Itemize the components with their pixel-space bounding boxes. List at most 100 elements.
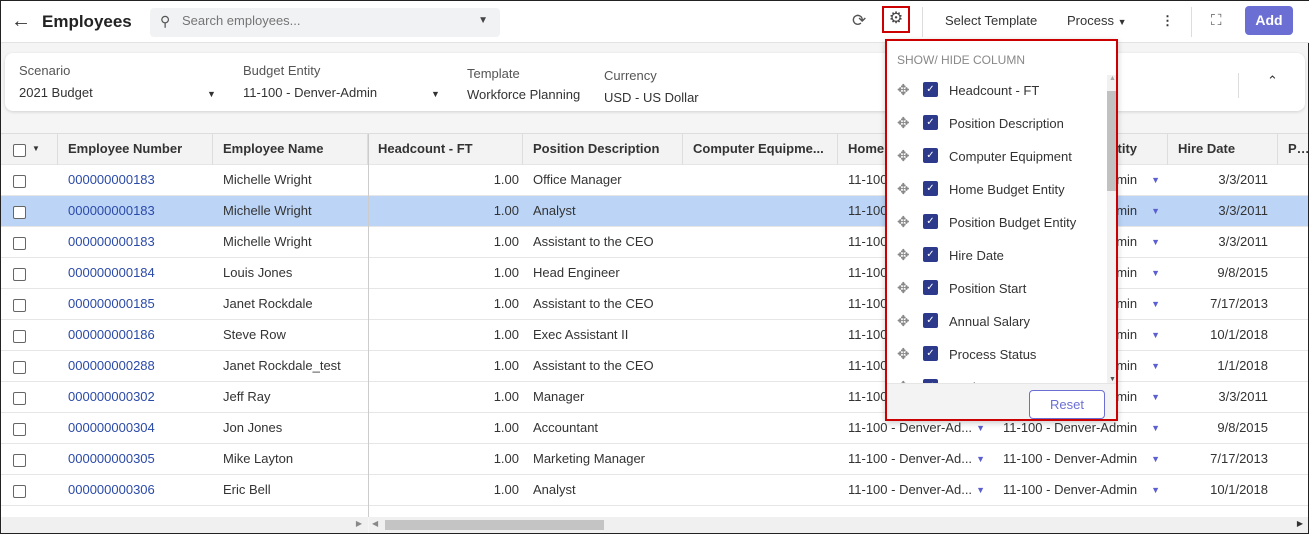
row-cell-checkbox[interactable]	[1, 227, 58, 258]
column-toggle-item[interactable]: ✥ ✓ Computer Equipment	[887, 141, 1107, 174]
column-toggle-item[interactable]: ✥ ✓ Hire Date	[887, 240, 1107, 273]
scrollbar-thumb[interactable]	[385, 520, 604, 530]
headcount-ft[interactable]: 1.00	[368, 227, 523, 258]
reset-button[interactable]: Reset	[1029, 390, 1105, 419]
headcount-ft[interactable]: 1.00	[368, 444, 523, 475]
checkbox-checked-icon[interactable]: ✓	[923, 280, 938, 295]
hire-date[interactable]: 7/17/2013	[1168, 444, 1278, 475]
dropdown-triangle-icon[interactable]: ▼	[1151, 165, 1160, 195]
row-cell-checkbox[interactable]	[1, 320, 58, 351]
employee-number-link[interactable]: 000000000184	[58, 258, 213, 289]
refresh-icon[interactable]: ⟳	[852, 1, 866, 43]
computer-equipment[interactable]	[683, 196, 838, 227]
employee-number-link[interactable]: 000000000183	[58, 227, 213, 258]
employee-number-link[interactable]: 000000000306	[58, 475, 213, 506]
col-computer-equipment[interactable]: Computer Equipme...	[683, 134, 838, 165]
computer-equipment[interactable]	[683, 320, 838, 351]
gear-icon[interactable]: ⚙	[882, 6, 910, 33]
computer-equipment[interactable]	[683, 227, 838, 258]
budget-entity-select[interactable]: 11-100 - Denver-Admin	[243, 85, 377, 100]
drag-handle-icon[interactable]: ✥	[897, 312, 910, 330]
checkbox-checked-icon[interactable]: ✓	[923, 115, 938, 130]
computer-equipment[interactable]	[683, 258, 838, 289]
hire-date[interactable]: 9/8/2015	[1168, 258, 1278, 289]
headcount-ft[interactable]: 1.00	[368, 320, 523, 351]
hire-date[interactable]: 1/1/2018	[1168, 351, 1278, 382]
row-cell-checkbox[interactable]	[1, 413, 58, 444]
drag-handle-icon[interactable]: ✥	[897, 345, 910, 363]
select-all-header[interactable]: ▼	[1, 134, 58, 165]
home-budget-entity[interactable]: 11-100 - Denver-Ad...▼	[838, 444, 993, 475]
position-description[interactable]: Assistant to the CEO	[523, 227, 683, 258]
row-checkbox[interactable]	[13, 268, 26, 281]
frozen-horizontal-scrollbar[interactable]: ▶	[2, 517, 368, 533]
row-cell-checkbox[interactable]	[1, 382, 58, 413]
computer-equipment[interactable]	[683, 289, 838, 320]
row-checkbox[interactable]	[13, 454, 26, 467]
chevron-down-icon[interactable]: ▼	[431, 89, 440, 99]
row-cell-checkbox[interactable]	[1, 258, 58, 289]
headcount-ft[interactable]: 1.00	[368, 413, 523, 444]
checkbox-checked-icon[interactable]: ✓	[923, 313, 938, 328]
dropdown-triangle-icon[interactable]: ▼	[1151, 196, 1160, 226]
dropdown-triangle-icon[interactable]: ▼	[1151, 351, 1160, 381]
select-template-button[interactable]: Select Template	[945, 1, 1037, 43]
checkbox-checked-icon[interactable]: ✓	[923, 148, 938, 163]
computer-equipment[interactable]	[683, 351, 838, 382]
dropdown-triangle-icon[interactable]: ▼	[1151, 320, 1160, 350]
column-toggle-item[interactable]: ✥ ✓ Position Start	[887, 273, 1107, 306]
position-description[interactable]: Analyst	[523, 196, 683, 227]
position-description[interactable]: Exec Assistant II	[523, 320, 683, 351]
dropdown-triangle-icon[interactable]: ▼	[1151, 382, 1160, 412]
position-description[interactable]: Assistant to the CEO	[523, 351, 683, 382]
dropdown-triangle-icon[interactable]: ▼	[1151, 413, 1160, 443]
employee-number-link[interactable]: 000000000183	[58, 165, 213, 196]
position-budget-entity[interactable]: 11-100 - Denver-Admin ▼	[993, 475, 1168, 506]
row-checkbox[interactable]	[13, 330, 26, 343]
computer-equipment[interactable]	[683, 382, 838, 413]
row-checkbox[interactable]	[13, 175, 26, 188]
chevron-down-icon[interactable]: ▼	[207, 89, 216, 99]
dropdown-triangle-icon[interactable]: ▼	[1151, 258, 1160, 288]
hire-date[interactable]: 3/3/2011	[1168, 196, 1278, 227]
search-box[interactable]: ⚲ ▼	[150, 8, 500, 37]
headcount-ft[interactable]: 1.00	[368, 196, 523, 227]
row-cell-checkbox[interactable]	[1, 475, 58, 506]
hire-date[interactable]: 10/1/2018	[1168, 475, 1278, 506]
position-description[interactable]: Marketing Manager	[523, 444, 683, 475]
employee-number-link[interactable]: 000000000302	[58, 382, 213, 413]
row-checkbox[interactable]	[13, 299, 26, 312]
select-all-checkbox[interactable]	[13, 144, 26, 157]
col-headcount-ft[interactable]: Headcount - FT	[368, 134, 523, 165]
employee-number-link[interactable]: 000000000288	[58, 351, 213, 382]
popup-scrollbar-thumb[interactable]	[1107, 91, 1116, 191]
drag-handle-icon[interactable]: ✥	[897, 180, 910, 198]
employee-number-link[interactable]: 000000000305	[58, 444, 213, 475]
employee-number-link[interactable]: 000000000304	[58, 413, 213, 444]
row-checkbox[interactable]	[13, 206, 26, 219]
dropdown-triangle-icon[interactable]: ▼	[1151, 475, 1160, 505]
row-cell-checkbox[interactable]	[1, 165, 58, 196]
column-toggle-item[interactable]: ✥ ✓ Headcount - FT	[887, 75, 1107, 108]
row-checkbox[interactable]	[13, 485, 26, 498]
position-budget-entity[interactable]: 11-100 - Denver-Admin ▼	[993, 444, 1168, 475]
employee-number-link[interactable]: 000000000185	[58, 289, 213, 320]
home-budget-entity[interactable]: 11-100 - Denver-Ad...▼	[838, 475, 993, 506]
more-options-icon[interactable]: ⋮	[1161, 1, 1174, 43]
employee-number-link[interactable]: 000000000186	[58, 320, 213, 351]
column-toggle-item[interactable]: ✥✓Region Type	[887, 372, 1107, 383]
row-checkbox[interactable]	[13, 392, 26, 405]
scenario-select[interactable]: 2021 Budget	[19, 85, 93, 100]
col-position-description[interactable]: Position Description	[523, 134, 683, 165]
col-position-start[interactable]: Po:	[1278, 134, 1308, 165]
row-cell-checkbox[interactable]	[1, 444, 58, 475]
table-row[interactable]: 000000000305 Mike Layton 1.00 Marketing …	[1, 444, 1308, 475]
headcount-ft[interactable]: 1.00	[368, 351, 523, 382]
headcount-ft[interactable]: 1.00	[368, 258, 523, 289]
process-dropdown[interactable]: Process ▼	[1067, 1, 1127, 43]
checkbox-checked-icon[interactable]: ✓	[923, 247, 938, 262]
position-description[interactable]: Analyst	[523, 475, 683, 506]
hire-date[interactable]: 7/17/2013	[1168, 289, 1278, 320]
computer-equipment[interactable]	[683, 165, 838, 196]
checkbox-checked-icon[interactable]: ✓	[923, 214, 938, 229]
